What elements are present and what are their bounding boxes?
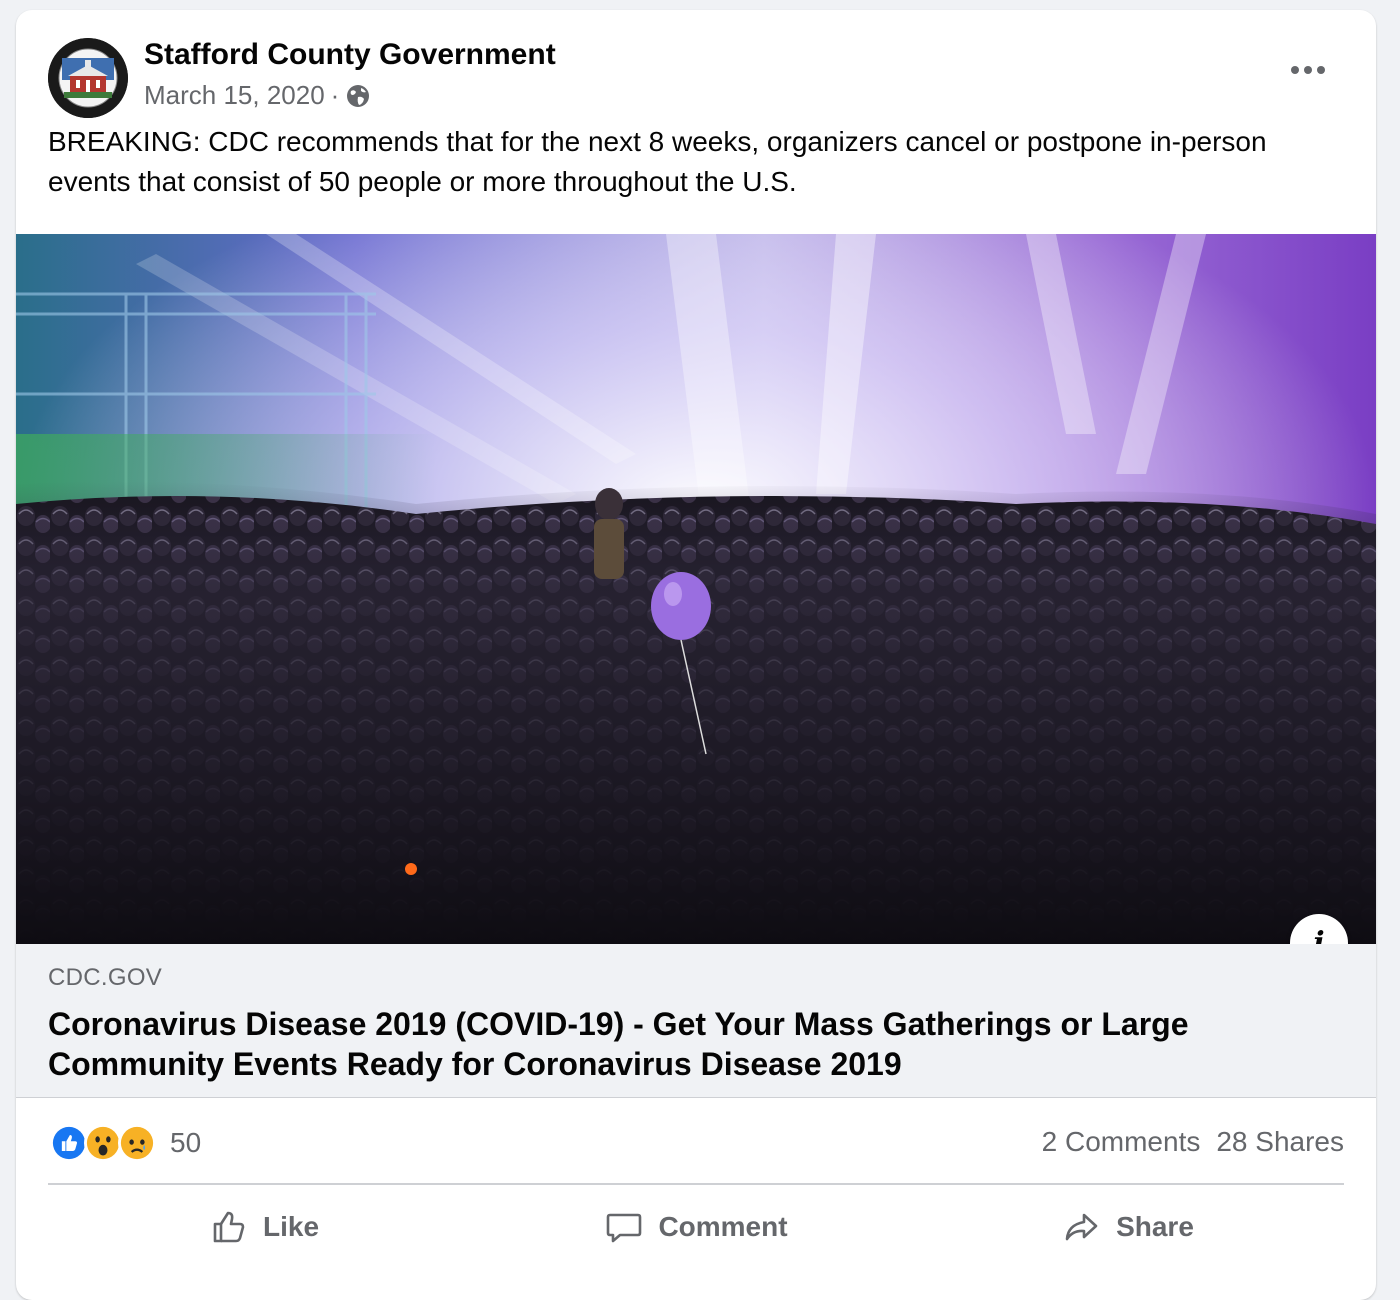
more-dot-icon [1291,66,1299,74]
post-meta: March 15, 2020 · [144,80,371,111]
post-timestamp[interactable]: March 15, 2020 [144,80,325,111]
post-message: BREAKING: CDC recommends that for the ne… [48,126,1267,197]
comment-button[interactable]: Comment [480,1184,912,1270]
post-header: Stafford County Government March 15, 202… [16,10,1376,122]
wow-reaction-icon [84,1124,122,1162]
like-button[interactable]: Like [48,1184,480,1270]
comment-icon [607,1213,642,1243]
share-arrow-icon [1065,1213,1098,1241]
reactions-summary[interactable]: 50 [50,1124,201,1162]
more-options-button[interactable] [1280,50,1336,90]
more-dot-icon [1317,66,1325,74]
shares-count-link[interactable]: 28 Shares [1216,1126,1344,1158]
link-domain: CDC.GOV [48,964,163,991]
actions-divider [48,1184,1344,1185]
like-label: Like [262,1211,320,1242]
engagement-counts: 2 Comments 28 Shares [1042,1126,1344,1158]
link-title: Coronavirus Disease 2019 (COVID-19) - Ge… [48,1006,1189,1082]
thumbs-up-icon [213,1211,245,1243]
share-label: Share [1116,1211,1194,1242]
like-reaction-icon [50,1124,88,1162]
concert-crowd-image [16,234,1376,944]
post-actions: Like Comment Share [48,1184,1344,1270]
page-name-link[interactable]: Stafford County Government [144,38,556,72]
share-button[interactable]: Share [912,1184,1344,1270]
post-stats: 50 2 Comments 28 Shares [16,1098,1376,1184]
comment-label: Comment [658,1211,788,1242]
reaction-count: 50 [170,1127,202,1158]
meta-separator: · [330,80,340,110]
link-preview-footer[interactable]: CDC.GOV Coronavirus Disease 2019 (COVID-… [16,944,1376,1098]
page-avatar[interactable] [48,38,128,118]
county-seal-icon [48,38,128,118]
comments-count-link[interactable]: 2 Comments [1042,1126,1201,1158]
post-card: Stafford County Government March 15, 202… [16,10,1376,1300]
more-dot-icon [1304,66,1312,74]
link-preview-image[interactable]: i [16,234,1376,944]
sad-reaction-icon [118,1124,156,1162]
globe-icon[interactable] [345,83,371,109]
